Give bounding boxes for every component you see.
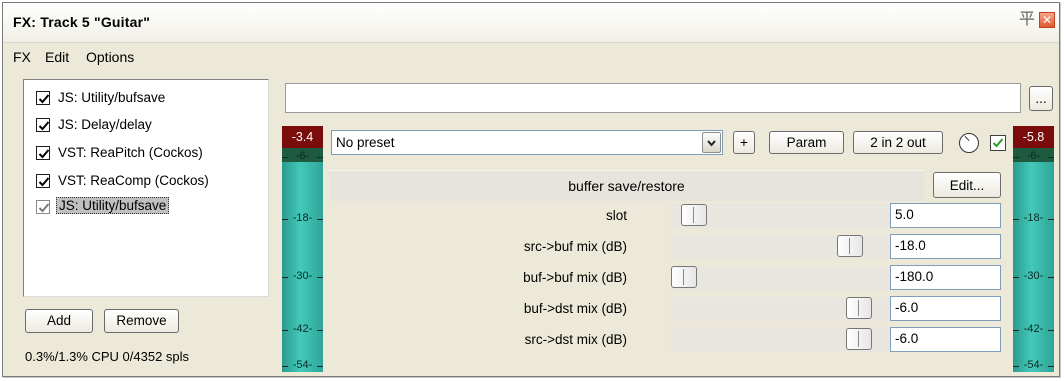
plugin-title: buffer save/restore — [329, 170, 924, 201]
input-peak-readout[interactable]: -3.4 — [282, 126, 323, 148]
fx-name: JS: Delay/delay — [58, 117, 152, 132]
checkmark-icon — [38, 149, 50, 159]
add-preset-button[interactable]: + — [733, 131, 755, 154]
meter-tick: -54- — [1013, 359, 1054, 371]
fx-list-item[interactable]: VST: ReaPitch (Cockos) — [36, 143, 266, 163]
param-row-buf-dst: buf->dst mix (dB) -6.0 — [329, 294, 1007, 324]
fx-window: FX: Track 5 "Guitar" 平 ✕ FX Edit Options… — [2, 2, 1060, 377]
param-slider[interactable] — [671, 328, 916, 352]
meter-tick: -42- — [1013, 323, 1054, 335]
fx-name: JS: Utility/bufsave — [56, 197, 170, 214]
fx-list-item[interactable]: JS: Delay/delay — [36, 115, 266, 135]
cpu-status: 0.3%/1.3% CPU 0/4352 spls — [25, 349, 190, 364]
param-value-field[interactable]: 5.0 — [890, 203, 1001, 228]
fx-enable-checkbox[interactable] — [36, 200, 50, 214]
input-meter[interactable]: -3.4 -6- -18- -30- -42- -54- — [282, 126, 323, 372]
fx-info-field[interactable] — [285, 83, 1021, 113]
slider-thumb[interactable] — [846, 328, 872, 350]
param-row-src-buf: src->buf mix (dB) -18.0 — [329, 232, 1007, 262]
meter-tick: -6- — [1013, 150, 1054, 162]
param-label: src->buf mix (dB) — [523, 239, 627, 254]
meter-tick: -30- — [1013, 270, 1054, 282]
param-value-field[interactable]: -18.0 — [890, 234, 1001, 259]
checkmark-icon — [38, 203, 50, 213]
param-value-field[interactable]: -6.0 — [890, 296, 1001, 321]
param-slider[interactable] — [671, 204, 916, 228]
menu-fx[interactable]: FX — [13, 49, 31, 65]
param-slider[interactable] — [671, 297, 916, 321]
fx-chain-list[interactable]: JS: Utility/bufsave JS: Delay/delay VST:… — [23, 79, 269, 297]
param-value-field[interactable]: -180.0 — [890, 265, 1001, 290]
param-button[interactable]: Param — [769, 131, 844, 154]
slider-thumb[interactable] — [671, 266, 697, 288]
output-peak-readout[interactable]: -5.8 — [1013, 126, 1054, 148]
wet-dry-knob-icon[interactable] — [959, 133, 979, 153]
fx-enable-checkbox[interactable] — [36, 91, 50, 105]
fx-name: VST: ReaComp (Cockos) — [58, 173, 209, 188]
param-row-src-dst: src->dst mix (dB) -6.0 — [329, 325, 1007, 355]
param-label: slot — [605, 208, 627, 223]
menu-options[interactable]: Options — [86, 49, 134, 65]
close-icon[interactable]: ✕ — [1039, 12, 1055, 28]
meter-tick: -18- — [1013, 212, 1054, 224]
fx-name: JS: Utility/bufsave — [58, 90, 166, 105]
remove-fx-button[interactable]: Remove — [104, 309, 179, 333]
param-slider[interactable] — [671, 235, 916, 259]
fx-enable-checkbox[interactable] — [36, 118, 50, 132]
fx-enable-checkbox[interactable] — [36, 174, 50, 188]
checkmark-icon — [992, 138, 1004, 148]
param-label: buf->buf mix (dB) — [523, 270, 627, 285]
meter-tick: -30- — [282, 270, 323, 282]
slider-thumb[interactable] — [681, 204, 707, 226]
menu-bar: FX Edit Options — [3, 46, 1059, 68]
meter-tick: -54- — [282, 359, 323, 371]
meter-tick: -6- — [282, 150, 323, 162]
slider-thumb[interactable] — [837, 235, 863, 257]
param-slider[interactable] — [671, 266, 916, 290]
checkmark-icon — [38, 94, 50, 104]
chevron-down-icon[interactable] — [702, 132, 721, 153]
param-label: buf->dst mix (dB) — [523, 301, 627, 316]
checkmark-icon — [38, 177, 50, 187]
fx-bypass-checkbox[interactable] — [990, 135, 1006, 151]
output-meter[interactable]: -5.8 -6- -18- -30- -42- -54- — [1013, 126, 1054, 372]
param-row-buf-buf: buf->buf mix (dB) -180.0 — [329, 263, 1007, 293]
preset-select[interactable]: No preset — [331, 130, 723, 155]
slider-thumb[interactable] — [846, 297, 872, 319]
preset-value: No preset — [336, 135, 395, 150]
meter-tick: -18- — [282, 212, 323, 224]
edit-plugin-button[interactable]: Edit... — [933, 172, 1001, 198]
browse-button[interactable]: ... — [1029, 86, 1053, 111]
pin-icon[interactable]: 平 — [1019, 11, 1035, 29]
fx-enable-checkbox[interactable] — [36, 146, 50, 160]
window-title: FX: Track 5 "Guitar" — [13, 14, 151, 30]
param-value-field[interactable]: -6.0 — [890, 327, 1001, 352]
checkmark-icon — [38, 121, 50, 131]
meter-tick: -42- — [282, 323, 323, 335]
routing-button[interactable]: 2 in 2 out — [853, 131, 943, 154]
fx-list-item[interactable]: JS: Utility/bufsave — [36, 88, 266, 108]
fx-name: VST: ReaPitch (Cockos) — [58, 145, 203, 160]
fx-list-item[interactable]: VST: ReaComp (Cockos) — [36, 171, 266, 191]
param-row-slot: slot 5.0 — [329, 201, 1007, 231]
menu-edit[interactable]: Edit — [45, 49, 69, 65]
title-bar[interactable]: FX: Track 5 "Guitar" 平 ✕ — [3, 3, 1059, 43]
param-label: src->dst mix (dB) — [524, 332, 627, 347]
add-fx-button[interactable]: Add — [25, 309, 93, 333]
fx-list-item-selected[interactable]: JS: Utility/bufsave — [36, 197, 266, 217]
